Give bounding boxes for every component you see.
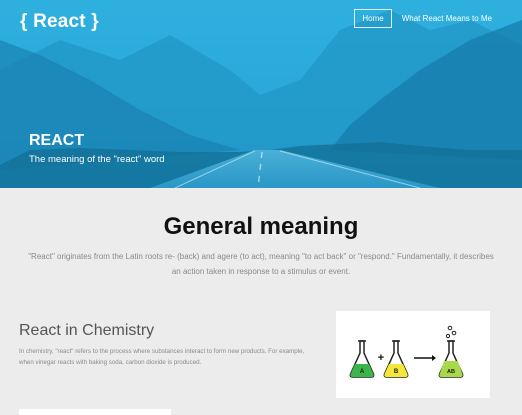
next-section-card: [19, 409, 171, 415]
general-meaning-heading: General meaning: [163, 213, 359, 240]
flask-reaction-illustration: A + B AB: [349, 325, 464, 378]
flask-ab-icon: AB: [438, 325, 464, 378]
flask-ab-label: AB: [447, 369, 455, 375]
nav-what-react-means[interactable]: What React Means to Me: [402, 14, 492, 23]
flask-a-label: A: [360, 369, 365, 375]
hero-banner: { React } Home What React Means to Me RE…: [0, 0, 522, 188]
general-meaning-text: "React" originates from the Latin roots …: [28, 252, 494, 276]
flask-b-icon: B: [383, 340, 409, 378]
plus-sign: +: [378, 352, 384, 364]
flask-a-icon: A: [349, 340, 375, 378]
top-nav: Home What React Means to Me: [354, 9, 492, 28]
hero-subtitle: The meaning of the "react" word: [29, 154, 165, 165]
nav-home[interactable]: Home: [354, 9, 392, 28]
flask-b-label: B: [394, 369, 399, 375]
site-logo[interactable]: { React }: [20, 11, 99, 33]
hero-title: REACT: [29, 132, 85, 149]
reaction-arrow-icon: [414, 355, 436, 361]
chemistry-heading: React in Chemistry: [19, 322, 155, 339]
chemical-reaction-figure: A + B AB: [336, 311, 490, 398]
chemistry-text: In chemistry, "react" refers to the proc…: [19, 348, 305, 366]
